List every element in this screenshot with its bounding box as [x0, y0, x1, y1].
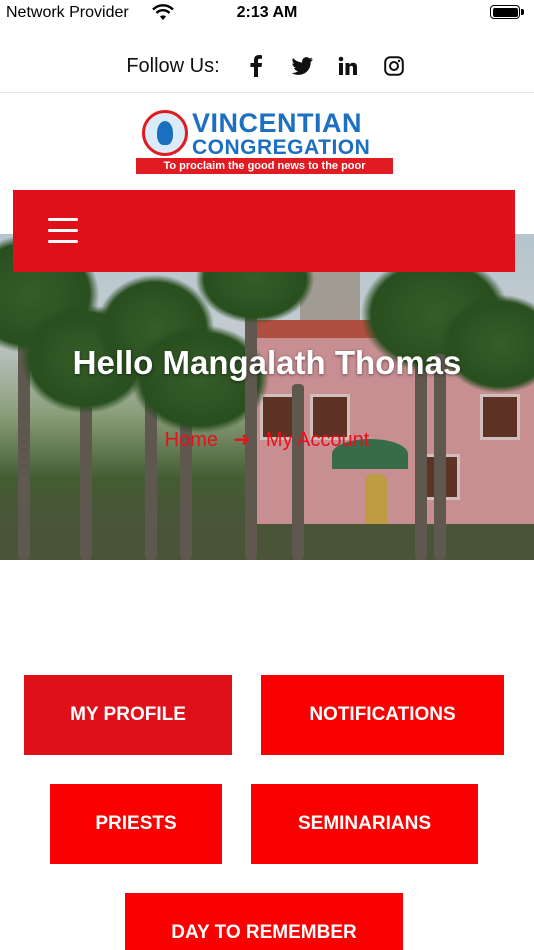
hamburger-menu-icon[interactable] — [48, 218, 78, 244]
notifications-button[interactable]: NOTIFICATIONS — [261, 675, 504, 755]
breadcrumb: Home ➜ My Account — [0, 427, 534, 452]
follow-label: Follow Us: — [126, 54, 220, 77]
seminarians-button[interactable]: SEMINARIANS — [251, 784, 478, 864]
twitter-icon[interactable] — [288, 52, 316, 80]
battery-tip — [521, 9, 524, 15]
status-bar: Network Provider 2:13 AM — [0, 0, 534, 28]
logo-tagline: To proclaim the good news to the poor — [136, 158, 393, 174]
follow-bar: Follow Us: — [0, 40, 534, 93]
my-profile-button[interactable]: MY PROFILE — [24, 675, 232, 755]
facebook-icon[interactable] — [242, 52, 270, 80]
arrow-right-icon: ➜ — [233, 429, 251, 451]
logo-line1: VINCENTIAN — [192, 108, 363, 138]
vincentian-logo[interactable]: VINCENTIAN CONGREGATION To proclaim the … — [136, 108, 396, 174]
instagram-icon[interactable] — [380, 52, 408, 80]
battery-icon — [490, 5, 520, 19]
hero-banner — [0, 234, 534, 560]
linkedin-icon[interactable] — [334, 52, 362, 80]
clock: 2:13 AM — [236, 4, 298, 21]
navigation-bar — [13, 190, 515, 272]
priests-button[interactable]: PRIESTS — [50, 784, 222, 864]
greeting-title: Hello Mangalath Thomas — [72, 344, 462, 381]
congregation-seal — [142, 110, 188, 156]
breadcrumb-current: My Account — [265, 429, 370, 451]
day-to-remember-button[interactable]: DAY TO REMEMBER — [125, 893, 403, 950]
breadcrumb-home-link[interactable]: Home — [165, 429, 218, 451]
logo-line2: CONGREGATION — [192, 136, 371, 159]
